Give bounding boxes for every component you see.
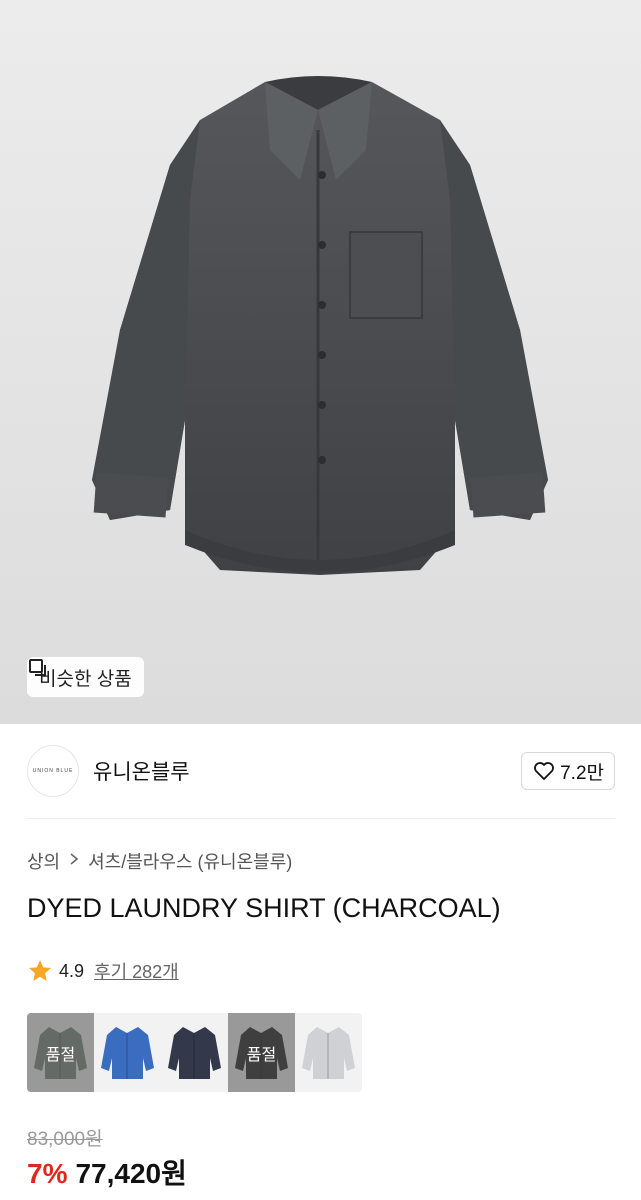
like-count: 7.2만: [560, 762, 604, 784]
product-image[interactable]: 비슷한 상품: [0, 0, 641, 724]
shirt-thumbnail: [302, 1027, 355, 1079]
brand-logo[interactable]: UNION BLUE: [27, 745, 79, 797]
chevron-right-icon: [68, 852, 80, 871]
soldout-label: 품절: [246, 1046, 277, 1064]
color-swatch[interactable]: 품절: [228, 1013, 295, 1092]
like-button[interactable]: 7.2만: [521, 752, 615, 790]
breadcrumb: 상의 셔츠/블라우스 (유니온블루): [27, 848, 292, 874]
copy-icon: [29, 659, 46, 676]
color-swatch[interactable]: [94, 1013, 161, 1092]
divider: [27, 818, 615, 819]
heart-icon: [534, 762, 554, 780]
rating-row: 4.9 후기 282개: [27, 958, 179, 984]
original-price: 83,000원: [27, 1129, 103, 1150]
color-swatch[interactable]: [295, 1013, 362, 1092]
similar-products-button[interactable]: 비슷한 상품: [27, 657, 144, 697]
star-icon: [29, 960, 51, 981]
product-title: DYED LAUNDRY SHIRT (CHARCOAL): [27, 893, 501, 923]
final-price: 77,420원: [75, 1158, 187, 1189]
color-swatches: 품절 품절: [27, 1013, 362, 1092]
color-swatch[interactable]: 품절: [27, 1013, 94, 1092]
color-swatch[interactable]: [161, 1013, 228, 1092]
price-row: 7% 77,420원: [27, 1152, 187, 1192]
soldout-label: 품절: [45, 1046, 76, 1064]
breadcrumb-subcategory[interactable]: 셔츠/블라우스 (유니온블루): [88, 848, 292, 874]
discount-rate: 7%: [27, 1158, 68, 1189]
rating-score: 4.9: [59, 960, 85, 981]
shirt-image: [92, 76, 548, 575]
shirt-thumbnail: [101, 1027, 154, 1079]
similar-products-label: 비슷한 상품: [39, 668, 132, 690]
brand-name[interactable]: 유니온블루: [93, 756, 190, 786]
reviews-link[interactable]: 후기 282개: [94, 958, 179, 984]
brand-row: UNION BLUE 유니온블루 7.2만: [27, 744, 615, 798]
shirt-thumbnail: [168, 1027, 221, 1079]
breadcrumb-category[interactable]: 상의: [27, 848, 60, 874]
